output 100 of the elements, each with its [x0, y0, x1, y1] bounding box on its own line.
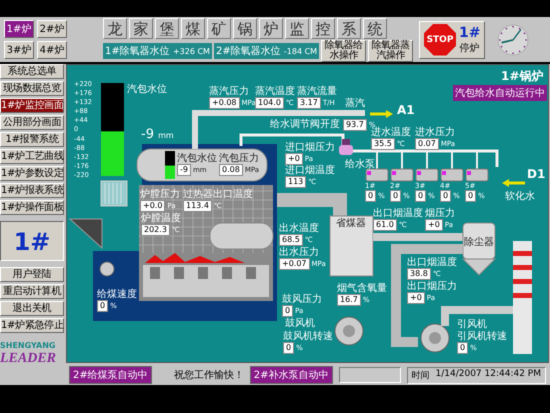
readout-label: 出口烟温度: [373, 208, 423, 219]
readout-label: 炉膛压力: [140, 189, 180, 200]
readout-value: +0.0: [140, 200, 166, 212]
boiler-tab[interactable]: 2#炉: [37, 20, 67, 38]
diagram-label: 软化水: [505, 191, 535, 202]
title-character: 锅: [233, 18, 257, 38]
title-character: 龙: [103, 18, 127, 38]
title-character: 家: [129, 18, 153, 38]
readout-value: -9: [177, 164, 191, 176]
readout-value: +0.08: [209, 97, 240, 109]
status-badge: 2#给煤泵自动中: [69, 366, 152, 384]
valve-icon: [339, 139, 353, 155]
fan-drawing: [334, 316, 364, 346]
diagram-label: 引风机: [457, 319, 487, 330]
title-character: 监: [285, 18, 309, 38]
pump-drawing: [466, 152, 488, 182]
diagram-label: A1: [397, 105, 415, 116]
drum-level-gauge: [165, 151, 175, 179]
title-character: 控: [311, 18, 335, 38]
sidebar-action-button[interactable]: 用户登陆: [0, 267, 64, 282]
readout-label: 出口烟温度: [407, 257, 457, 268]
readout-label: 出水压力: [279, 247, 319, 258]
readout-value: 113: [285, 176, 306, 188]
readout-value: 202.3: [141, 224, 170, 236]
readout-label: 给煤速度: [97, 289, 137, 300]
deaerator-operation-button[interactable]: 除氧器蒸汽操作: [368, 40, 413, 62]
readout-label: 进水温度: [371, 127, 411, 138]
status-message: 祝您工作愉快！: [174, 368, 244, 382]
readout-value: +0: [285, 153, 303, 165]
economizer-drawing: [330, 216, 374, 276]
pump-value: 0: [440, 190, 452, 202]
arrow-icon: [370, 110, 393, 118]
readout-label: 出水温度: [279, 223, 319, 234]
readout-value: +0: [425, 219, 443, 231]
sidebar-item[interactable]: 1#报警系统: [0, 132, 64, 147]
sidebar-item[interactable]: 系统总选单: [0, 64, 64, 79]
logo-wordmark: LEADER: [0, 350, 58, 368]
logo-subtitle: SHENGYANG: [0, 341, 56, 350]
sidebar-item[interactable]: 1#炉参数设定: [0, 166, 64, 181]
diagram-label: 鼓风机: [285, 318, 315, 329]
pump-value: 0: [390, 190, 402, 202]
pump-value: 0: [365, 190, 376, 202]
readout-value: 0: [282, 305, 294, 317]
readout-label: 烟气含氧量: [337, 283, 387, 294]
sidebar-item[interactable]: 现场数据总览: [0, 81, 64, 96]
deaerator-level-readout: 2#除氧器水位 -184 CM: [214, 42, 320, 58]
readout-label: 蒸汽压力: [209, 86, 249, 97]
status-badge: 2#补水泵自动中: [250, 366, 333, 384]
roller-drawing: [100, 262, 114, 276]
pump-drawing: [416, 152, 438, 182]
boiler-tab[interactable]: 1#炉: [4, 20, 34, 38]
sidebar-item[interactable]: 1#炉报表系统: [0, 183, 64, 198]
deaerator-operation-button[interactable]: 除氧器给水操作: [321, 40, 366, 62]
sidebar-item[interactable]: 1#炉操作面板: [0, 200, 64, 215]
readout-label: 给水调节阀开度: [270, 119, 340, 130]
readout-value: 68.5: [279, 234, 303, 246]
stop-caption: 停炉: [460, 42, 480, 54]
readout-value: 104.0: [255, 97, 284, 109]
coal-hopper-drawing: [68, 218, 102, 250]
title-character: 煤: [181, 18, 205, 38]
sidebar-action-button[interactable]: 1#炉紧急停止: [0, 318, 64, 333]
readout-value: +0.07: [279, 258, 310, 270]
readout-value: 61.0: [373, 219, 397, 231]
title-character: 炉: [259, 18, 283, 38]
boiler-tab[interactable]: 3#炉: [4, 41, 34, 59]
readout-value: 35.5: [371, 138, 395, 150]
readout-value: 38.8: [407, 268, 431, 280]
grid-box-drawing: [100, 180, 128, 206]
boiler-number: 1#: [459, 24, 480, 40]
pump-value: 0: [415, 190, 426, 202]
title-character: 统: [363, 18, 387, 38]
pump-drawing: [440, 152, 464, 182]
pump-value: 0: [465, 190, 476, 202]
readout-value: 0: [97, 300, 108, 312]
readout-value: 0: [283, 342, 294, 354]
readout-value: 0: [457, 342, 468, 354]
readout-value: 0.08: [219, 164, 243, 176]
stop-button[interactable]: STOP: [424, 24, 456, 56]
title-character: 矿: [207, 18, 231, 38]
readout-label: 进水压力: [415, 127, 455, 138]
diagram-label: 给水泵: [345, 159, 375, 170]
readout-value: 93.7: [343, 119, 367, 131]
readout-value: 0.07: [415, 138, 439, 150]
diagram-label: D1: [527, 169, 546, 180]
pump-drawing: [390, 152, 414, 182]
gauge-label: 汽包水位: [127, 84, 167, 95]
diagram-label: 蒸汽: [345, 98, 365, 109]
readout-label: 出口烟压力: [407, 281, 457, 292]
sidebar-item[interactable]: 1#炉工艺曲线: [0, 149, 64, 164]
sidebar-item[interactable]: 公用部分画面: [0, 115, 64, 130]
sidebar-action-button[interactable]: 重启动计算机: [0, 284, 64, 299]
readout-value: +0: [407, 292, 425, 304]
time-label: 时间: [412, 370, 430, 382]
status-badge: 汽包给水自动运行中: [453, 85, 547, 101]
boiler-tab[interactable]: 4#炉: [37, 41, 67, 59]
sidebar-item[interactable]: 1#炉监控画面: [0, 98, 64, 113]
readout-label: 汽包压力: [219, 153, 259, 164]
readout-value: 16.7: [337, 294, 361, 306]
deaerator-level-readout: 1#除氧器水位 +326 CM: [103, 42, 212, 58]
sidebar-action-button[interactable]: 退出关机: [0, 301, 64, 316]
